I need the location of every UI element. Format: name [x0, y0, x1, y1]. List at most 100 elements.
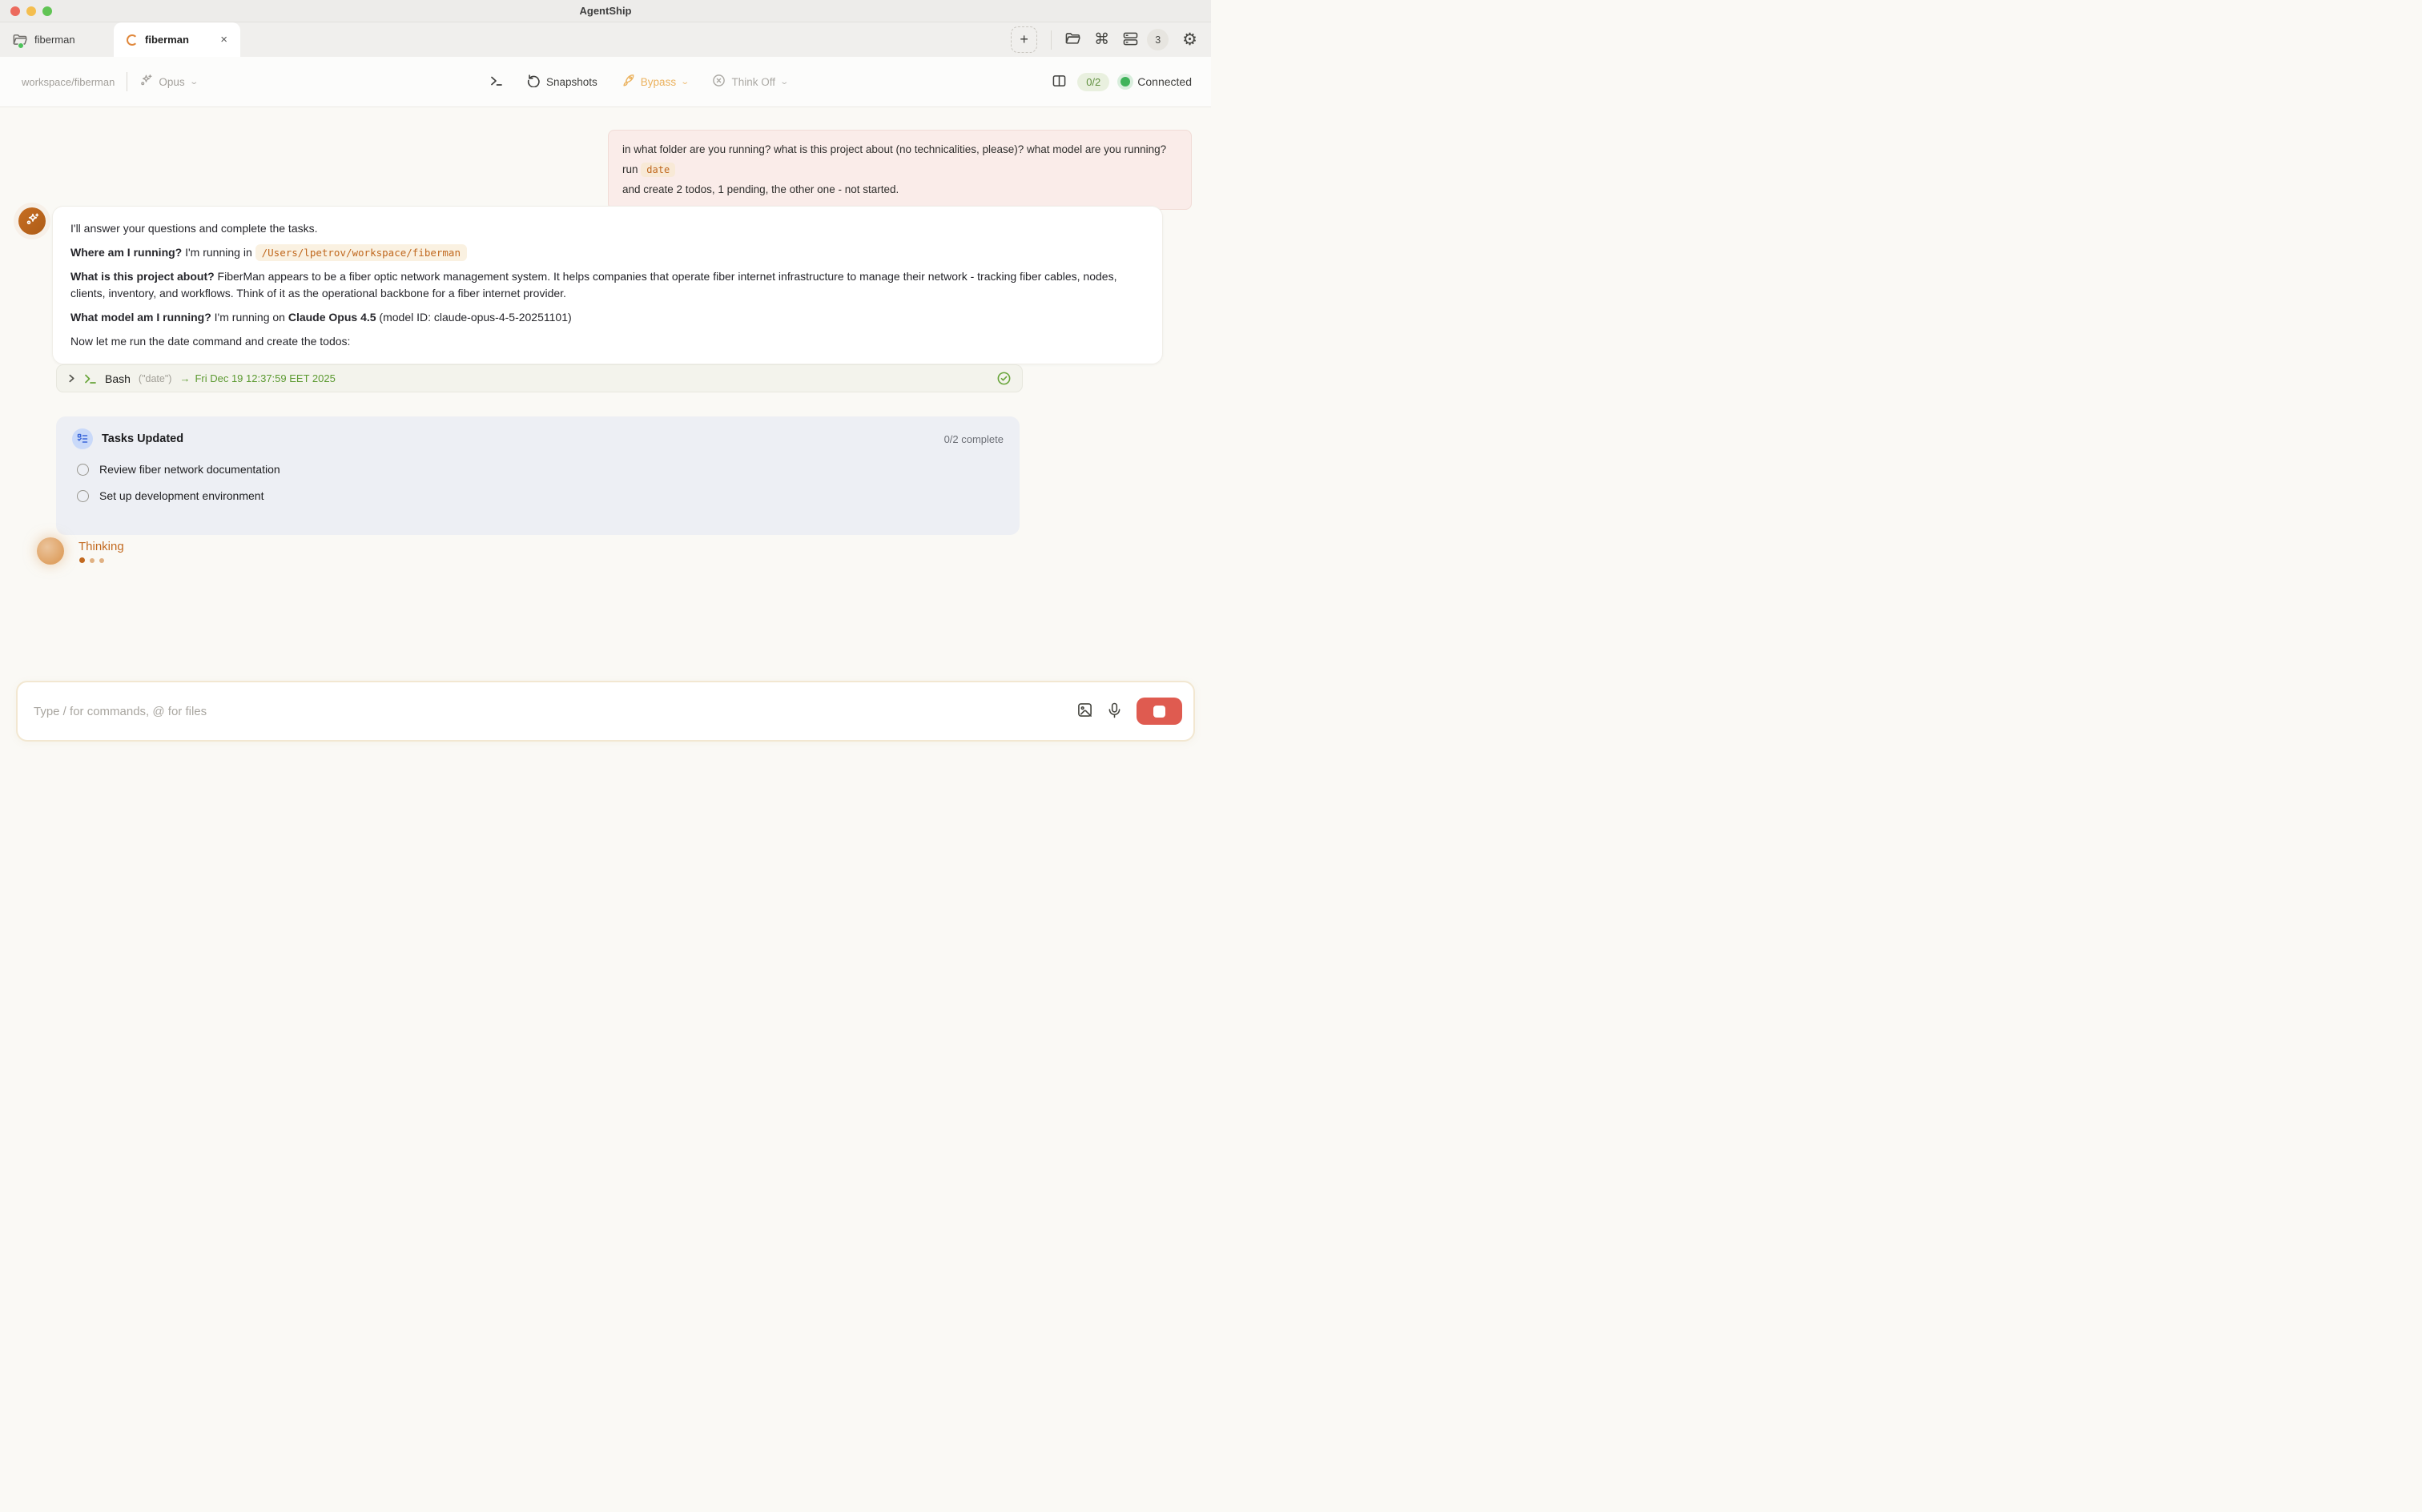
folder-icon [13, 34, 27, 46]
dot-icon [90, 558, 95, 563]
thinking-status: Thinking [78, 540, 124, 553]
tool-result-text: Fri Dec 19 12:37:59 EET 2025 [195, 372, 335, 384]
assistant-text: (model ID: claude-opus-4-5-20251101) [376, 311, 572, 324]
thinking-avatar [37, 537, 64, 565]
toolbar: workspace/fiberman Opus ⌄ Snapshots Bypa… [0, 57, 1211, 107]
assistant-paragraph: What model am I running? I'm running on … [70, 309, 1145, 326]
assistant-text: I'm running on [211, 311, 288, 324]
open-folder-button[interactable] [1065, 32, 1080, 48]
minimize-window-button[interactable] [26, 6, 36, 16]
chevron-down-icon: ⌄ [680, 78, 690, 86]
user-message: in what folder are you running? what is … [608, 130, 1192, 210]
tool-result: → Fri Dec 19 12:37:59 EET 2025 [179, 372, 335, 384]
model-name-bold: Claude Opus 4.5 [288, 311, 376, 324]
tab-fiberman-active[interactable]: fiberman × [114, 22, 240, 57]
traffic-lights [10, 6, 52, 16]
terminal-toggle[interactable] [490, 75, 503, 89]
assistant-paragraph: I'll answer your questions and complete … [70, 220, 1145, 237]
sparkle-icon [139, 74, 153, 90]
tab-fiberman-background[interactable]: fiberman [0, 22, 114, 57]
task-item[interactable]: Review fiber network documentation [72, 463, 1004, 476]
command-icon: ⌘ [1094, 30, 1109, 49]
task-pending-circle-icon[interactable] [77, 464, 89, 476]
path-code: /Users/lpetrov/workspace/fiberman [255, 244, 467, 261]
split-panel-icon [1052, 74, 1066, 90]
arrow-icon: → [179, 372, 190, 384]
tabbar-actions: + ⌘ 3 ⚙ [1011, 22, 1211, 57]
circle-x-icon [712, 74, 726, 90]
tasks-progress-badge[interactable]: 0/2 [1077, 73, 1109, 91]
expand-chevron-icon[interactable] [67, 374, 76, 383]
tab-bar: fiberman fiberman × + ⌘ 3 ⚙ [0, 22, 1211, 57]
server-stack-icon [1123, 32, 1138, 48]
side-panel-toggle[interactable] [1052, 74, 1066, 90]
shortcuts-button[interactable]: ⌘ [1094, 30, 1109, 49]
terminal-prompt-icon [490, 75, 503, 89]
assistant-avatar [18, 207, 46, 235]
user-message-line1: in what folder are you running? what is … [622, 141, 1177, 159]
checklist-icon [72, 428, 93, 449]
loading-spinner-icon [127, 34, 138, 46]
tasks-updated-card: Tasks Updated 0/2 complete Review fiber … [56, 416, 1020, 535]
session-count-badge[interactable]: 3 [1147, 29, 1169, 50]
attach-image-button[interactable] [1077, 702, 1092, 720]
model-selector[interactable]: Opus ⌄ [139, 74, 197, 90]
task-pending-circle-icon[interactable] [77, 490, 89, 502]
task-item[interactable]: Set up development environment [72, 489, 1004, 502]
snapshots-label: Snapshots [546, 76, 597, 88]
chat-transcript: in what folder are you running? what is … [0, 107, 1211, 756]
assistant-paragraph: Where am I running? I'm running in /User… [70, 244, 1145, 261]
success-check-icon [996, 371, 1012, 386]
task-label: Review fiber network documentation [99, 463, 280, 476]
inline-code: date [641, 163, 675, 177]
tool-args: ("date") [139, 373, 172, 384]
plus-icon: + [1020, 31, 1028, 48]
stop-generation-button[interactable] [1137, 698, 1182, 725]
settings-button[interactable]: ⚙ [1182, 30, 1197, 50]
thinking-mode-selector[interactable]: Think Off ⌄ [712, 74, 787, 90]
user-message-line3: and create 2 todos, 1 pending, the other… [622, 181, 1177, 199]
snapshots-button[interactable]: Snapshots [527, 74, 597, 90]
task-label: Set up development environment [99, 489, 264, 502]
assistant-message: I'll answer your questions and complete … [52, 206, 1163, 364]
chevron-down-icon: ⌄ [189, 78, 199, 86]
voice-input-button[interactable] [1108, 702, 1121, 721]
user-message-line2: run date [622, 161, 1177, 179]
model-label: Opus [159, 76, 184, 88]
bypass-mode-selector[interactable]: Bypass ⌄ [622, 74, 689, 90]
assistant-text: I'm running in [182, 246, 255, 259]
stop-square-icon [1153, 706, 1165, 718]
sessions-button[interactable] [1123, 32, 1138, 48]
history-icon [527, 74, 541, 90]
message-input[interactable] [34, 705, 1077, 718]
folder-open-icon [1065, 32, 1080, 48]
tool-name: Bash [105, 372, 131, 385]
terminal-icon [84, 373, 97, 384]
zoom-window-button[interactable] [42, 6, 52, 16]
tasks-title: Tasks Updated [102, 432, 183, 445]
connected-dot-icon [1120, 77, 1130, 86]
think-label: Think Off [731, 76, 775, 88]
composer-actions [1077, 698, 1182, 725]
tasks-progress: 0/2 complete [944, 433, 1004, 445]
assistant-text: FiberMan appears to be a fiber optic net… [70, 270, 1116, 300]
bypass-label: Bypass [641, 76, 676, 88]
tab-label: fiberman [145, 34, 189, 46]
divider [1051, 30, 1052, 50]
app-title: AgentShip [580, 5, 632, 17]
workspace-path: workspace/fiberman [22, 76, 115, 88]
close-tab-icon[interactable]: × [220, 34, 227, 46]
bash-tool-call[interactable]: Bash ("date") → Fri Dec 19 12:37:59 EET 2… [56, 364, 1023, 392]
tab-status-dot [18, 42, 24, 49]
titlebar: AgentShip [0, 0, 1211, 22]
close-window-button[interactable] [10, 6, 20, 16]
tasks-header: Tasks Updated 0/2 complete [72, 428, 1004, 449]
chevron-down-icon: ⌄ [779, 78, 789, 86]
question-bold: What model am I running? [70, 311, 211, 324]
connection-label: Connected [1137, 75, 1192, 88]
image-icon [1077, 702, 1092, 720]
assistant-paragraph: What is this project about? FiberMan app… [70, 268, 1145, 302]
new-tab-button[interactable]: + [1011, 26, 1037, 53]
sparkles-icon [25, 211, 40, 231]
connection-status: Connected [1120, 75, 1192, 88]
